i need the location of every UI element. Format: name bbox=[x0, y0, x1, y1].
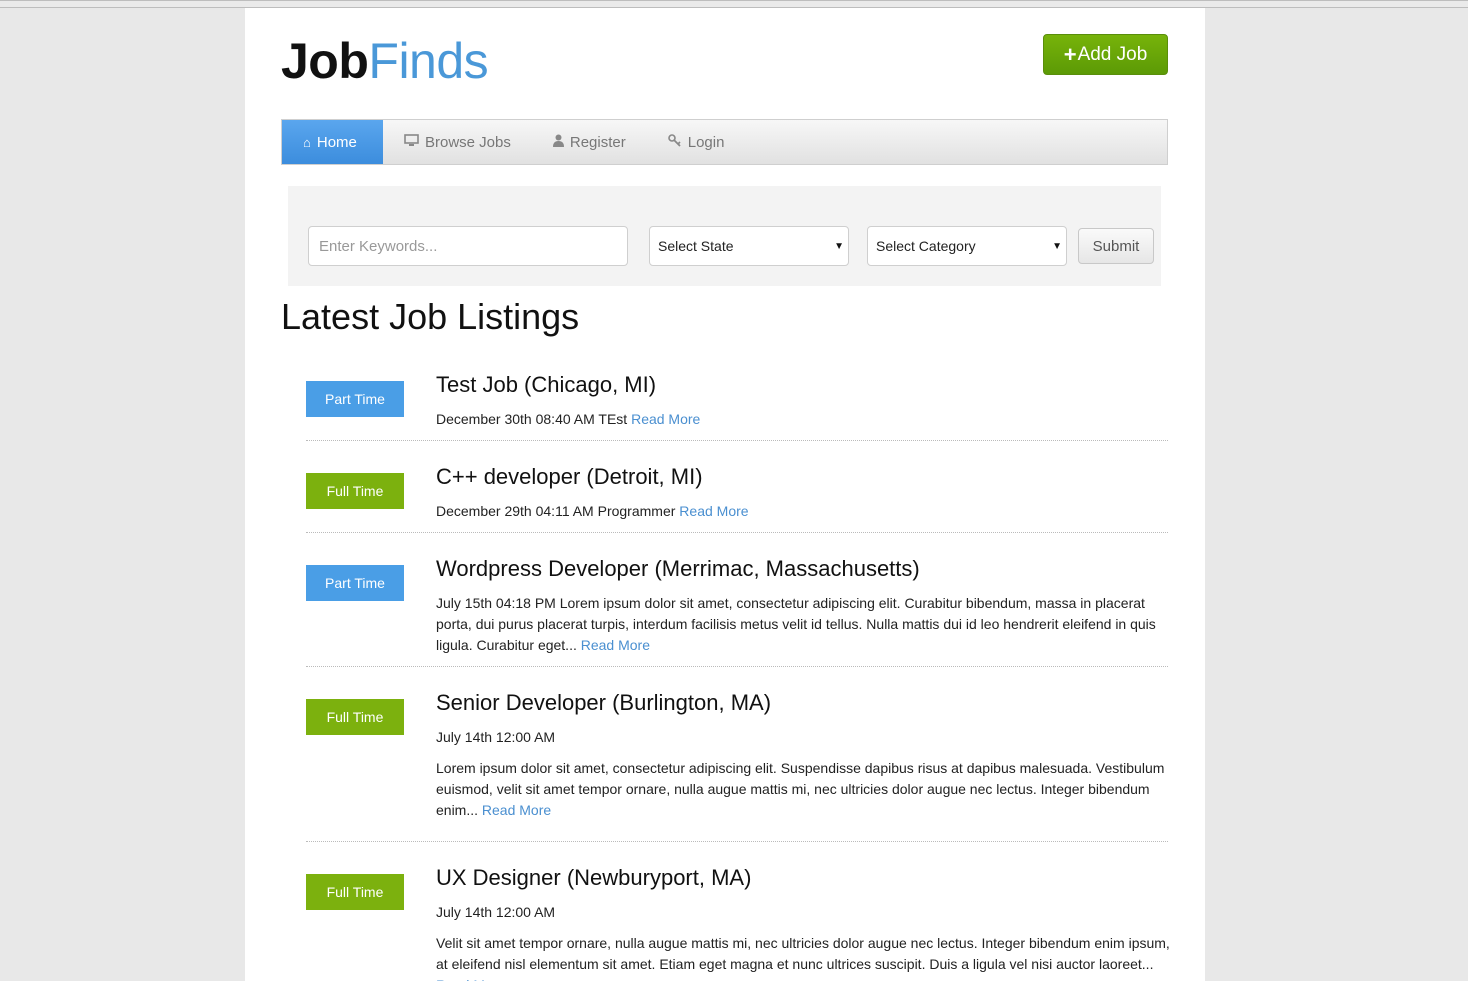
page-container: JobFinds + Add Job ⌂ Home Browse Jobs Re… bbox=[245, 8, 1205, 981]
job-listing: Full Time UX Designer (Newburyport, MA) … bbox=[306, 865, 1171, 981]
browser-top-edge bbox=[0, 0, 1468, 8]
read-more-link[interactable]: Read More bbox=[482, 802, 551, 818]
submit-button[interactable]: Submit bbox=[1078, 228, 1154, 264]
job-meta: December 29th 04:11 AM Programmer Read M… bbox=[436, 501, 1171, 522]
add-job-button[interactable]: + Add Job bbox=[1043, 34, 1168, 75]
site-logo[interactable]: JobFinds bbox=[281, 32, 489, 90]
job-meta: July 15th 04:18 PM Lorem ipsum dolor sit… bbox=[436, 593, 1171, 656]
job-type-badge: Full Time bbox=[306, 473, 404, 509]
nav-item-home[interactable]: ⌂ Home bbox=[282, 120, 383, 164]
nav-browse-label: Browse Jobs bbox=[425, 133, 511, 151]
job-meta: July 14th 12:00 AM bbox=[436, 904, 556, 920]
nav-register-label: Register bbox=[569, 133, 626, 151]
chevron-down-icon: ▼ bbox=[1052, 240, 1062, 252]
home-icon: ⌂ bbox=[303, 134, 311, 150]
plus-icon: + bbox=[1063, 41, 1077, 67]
logo-part-finds: Finds bbox=[368, 33, 489, 89]
job-type-badge: Part Time bbox=[306, 381, 404, 417]
job-title[interactable]: Senior Developer (Burlington, MA) bbox=[436, 690, 771, 716]
user-icon bbox=[552, 134, 564, 150]
job-description: Velit sit amet tempor ornare, nulla augu… bbox=[436, 933, 1171, 981]
read-more-link[interactable]: Read More bbox=[436, 977, 505, 981]
job-title[interactable]: Test Job (Chicago, MI) bbox=[436, 372, 656, 398]
monitor-icon bbox=[404, 134, 419, 150]
category-select[interactable]: Select Category ▼ bbox=[867, 226, 1067, 266]
job-listing: Full Time C++ developer (Detroit, MI) De… bbox=[306, 464, 1168, 533]
job-title[interactable]: UX Designer (Newburyport, MA) bbox=[436, 865, 751, 891]
chevron-down-icon: ▼ bbox=[834, 240, 844, 252]
job-meta-text: July 15th 04:18 PM Lorem ipsum dolor sit… bbox=[436, 595, 1156, 653]
job-meta: July 14th 12:00 AM bbox=[436, 729, 556, 745]
read-more-link[interactable]: Read More bbox=[631, 411, 700, 427]
job-type-badge: Full Time bbox=[306, 699, 404, 735]
add-job-label: Add Job bbox=[1077, 43, 1148, 65]
job-type-badge: Full Time bbox=[306, 874, 404, 910]
job-title[interactable]: C++ developer (Detroit, MI) bbox=[436, 464, 703, 490]
job-title[interactable]: Wordpress Developer (Merrimac, Massachus… bbox=[436, 556, 920, 582]
page-title: Latest Job Listings bbox=[281, 296, 580, 337]
nav-item-login[interactable]: Login bbox=[647, 120, 746, 164]
job-meta: December 30th 08:40 AM TEst Read More bbox=[436, 409, 1171, 430]
key-icon bbox=[667, 134, 682, 150]
search-panel: Enter Keywords... Select State ▼ Select … bbox=[288, 186, 1161, 286]
job-meta-text: December 30th 08:40 AM TEst bbox=[436, 411, 628, 427]
nav-item-register[interactable]: Register bbox=[532, 120, 647, 164]
read-more-link[interactable]: Read More bbox=[581, 637, 650, 653]
main-nav: ⌂ Home Browse Jobs Register Login bbox=[281, 119, 1168, 165]
job-description: Lorem ipsum dolor sit amet, consectetur … bbox=[436, 758, 1171, 821]
job-description-text: Velit sit amet tempor ornare, nulla augu… bbox=[436, 935, 1170, 972]
job-listing: Part Time Wordpress Developer (Merrimac,… bbox=[306, 556, 1168, 667]
state-select-value: Select State bbox=[658, 238, 734, 254]
state-select[interactable]: Select State ▼ bbox=[649, 226, 849, 266]
nav-home-label: Home bbox=[316, 133, 357, 151]
nav-login-label: Login bbox=[687, 133, 725, 151]
category-select-value: Select Category bbox=[876, 238, 976, 254]
read-more-link[interactable]: Read More bbox=[679, 503, 748, 519]
job-type-badge: Part Time bbox=[306, 565, 404, 601]
nav-item-browse-jobs[interactable]: Browse Jobs bbox=[383, 120, 532, 164]
job-listing: Full Time Senior Developer (Burlington, … bbox=[306, 690, 1168, 842]
keywords-input[interactable]: Enter Keywords... bbox=[308, 226, 628, 266]
job-listing: Part Time Test Job (Chicago, MI) Decembe… bbox=[306, 372, 1168, 441]
logo-part-job: Job bbox=[281, 33, 369, 89]
job-meta-text: December 29th 04:11 AM Programmer bbox=[436, 503, 676, 519]
